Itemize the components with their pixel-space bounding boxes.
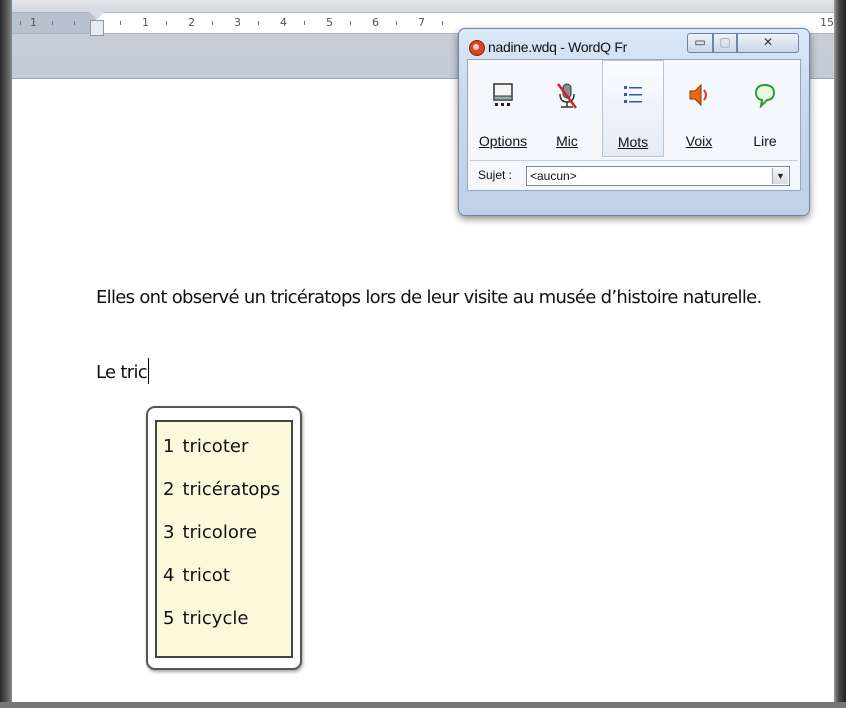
ruler-tick bbox=[442, 21, 443, 25]
prediction-item[interactable]: 1 tricoter bbox=[163, 436, 248, 457]
prediction-word: tricycle bbox=[182, 608, 249, 629]
minimize-button[interactable]: ▭ bbox=[687, 33, 713, 53]
toolbar-separator bbox=[470, 160, 798, 161]
mots-button[interactable]: Mots bbox=[602, 60, 664, 157]
left-window-frame bbox=[0, 0, 12, 708]
prediction-word: tricot bbox=[182, 565, 230, 586]
prediction-number: 1 bbox=[163, 436, 175, 457]
ruler-tick bbox=[212, 21, 213, 25]
prediction-number: 4 bbox=[163, 565, 175, 586]
microphone-muted-icon bbox=[557, 83, 577, 109]
prediction-number: 2 bbox=[163, 479, 175, 500]
speaker-icon bbox=[689, 83, 707, 107]
ruler-tick bbox=[120, 21, 121, 25]
voix-button[interactable]: Voix bbox=[668, 60, 730, 157]
typed-text: Le tric bbox=[96, 362, 148, 383]
document-paragraph[interactable]: Elles ont observé un tricératops lors de… bbox=[96, 287, 762, 308]
mic-label: Mic bbox=[556, 133, 578, 149]
wordq-toolbar: Options Mic Mots Voix Lire Sujet: <aucu… bbox=[467, 59, 801, 191]
subject-selected-value: <aucun> bbox=[530, 169, 577, 183]
text-cursor bbox=[147, 358, 150, 384]
ruler-tick bbox=[304, 21, 305, 25]
lire-button[interactable]: Lire bbox=[734, 60, 796, 157]
ruler-number: 4 bbox=[280, 16, 287, 29]
bottom-window-frame bbox=[0, 702, 846, 708]
mots-label: Mots bbox=[617, 134, 649, 150]
ruler-tick bbox=[396, 21, 397, 25]
ruler-number: 6 bbox=[372, 16, 379, 29]
subject-dropdown[interactable]: <aucun> ▼ bbox=[526, 166, 790, 186]
ruler-number: 1 bbox=[30, 16, 37, 29]
ruler-tick bbox=[20, 21, 21, 25]
document-current-line[interactable]: Le tric bbox=[96, 358, 150, 384]
ruler-tick bbox=[166, 21, 167, 25]
ruler-tick bbox=[258, 21, 259, 25]
ruler-tick bbox=[74, 21, 75, 25]
prediction-word: tricolore bbox=[182, 522, 257, 543]
prediction-word: tricératops bbox=[182, 479, 281, 500]
word-prediction-popup: 1 tricoter 2 tricératops 3 tricolore 4 trico… bbox=[146, 406, 302, 670]
close-button[interactable]: ✕ bbox=[737, 33, 799, 53]
ruler-number: 15 bbox=[820, 16, 834, 29]
ruler-number: 1 bbox=[142, 16, 149, 29]
ruler-number: 3 bbox=[234, 16, 241, 29]
options-icon bbox=[493, 83, 513, 106]
word-prediction-list: 1 tricoter 2 tricératops 3 tricolore 4 trico… bbox=[155, 420, 293, 658]
ruler-number: 2 bbox=[188, 16, 195, 29]
window-title: nadine.wdq - WordQ Fr bbox=[488, 39, 627, 55]
prediction-number: 5 bbox=[163, 608, 175, 629]
speech-bubble-icon bbox=[754, 83, 776, 108]
prediction-word: tricoter bbox=[182, 436, 249, 457]
prediction-item[interactable]: 5 tricycle bbox=[163, 608, 248, 629]
ruler-number: 5 bbox=[326, 16, 333, 29]
left-indent-marker[interactable] bbox=[90, 20, 104, 36]
mic-button[interactable]: Mic bbox=[536, 60, 598, 157]
options-label: Options bbox=[478, 133, 528, 149]
right-window-frame bbox=[834, 0, 846, 708]
first-line-indent-marker[interactable] bbox=[90, 12, 104, 20]
lire-label: Lire bbox=[753, 133, 777, 149]
prediction-item[interactable]: 4 tricot bbox=[163, 565, 230, 586]
ruler-left-margin bbox=[0, 13, 96, 33]
prediction-item[interactable]: 2 tricératops bbox=[163, 479, 280, 500]
subject-label: Sujet : bbox=[478, 168, 513, 182]
dropdown-arrow-icon[interactable]: ▼ bbox=[772, 168, 788, 184]
wordq-window: nadine.wdq - WordQ Fr ▭ ▢ ✕ Options Mic … bbox=[458, 28, 810, 216]
ruler-number: 7 bbox=[418, 16, 425, 29]
word-list-icon bbox=[624, 86, 642, 103]
voix-label: Voix bbox=[685, 133, 713, 149]
wordq-app-icon bbox=[469, 40, 485, 56]
prediction-number: 3 bbox=[163, 522, 175, 543]
maximize-button[interactable]: ▢ bbox=[713, 33, 737, 53]
prediction-item[interactable]: 3 tricolore bbox=[163, 522, 257, 543]
ruler-tick bbox=[350, 21, 351, 25]
ruler-tick bbox=[52, 21, 53, 25]
options-button[interactable]: Options bbox=[472, 60, 534, 157]
